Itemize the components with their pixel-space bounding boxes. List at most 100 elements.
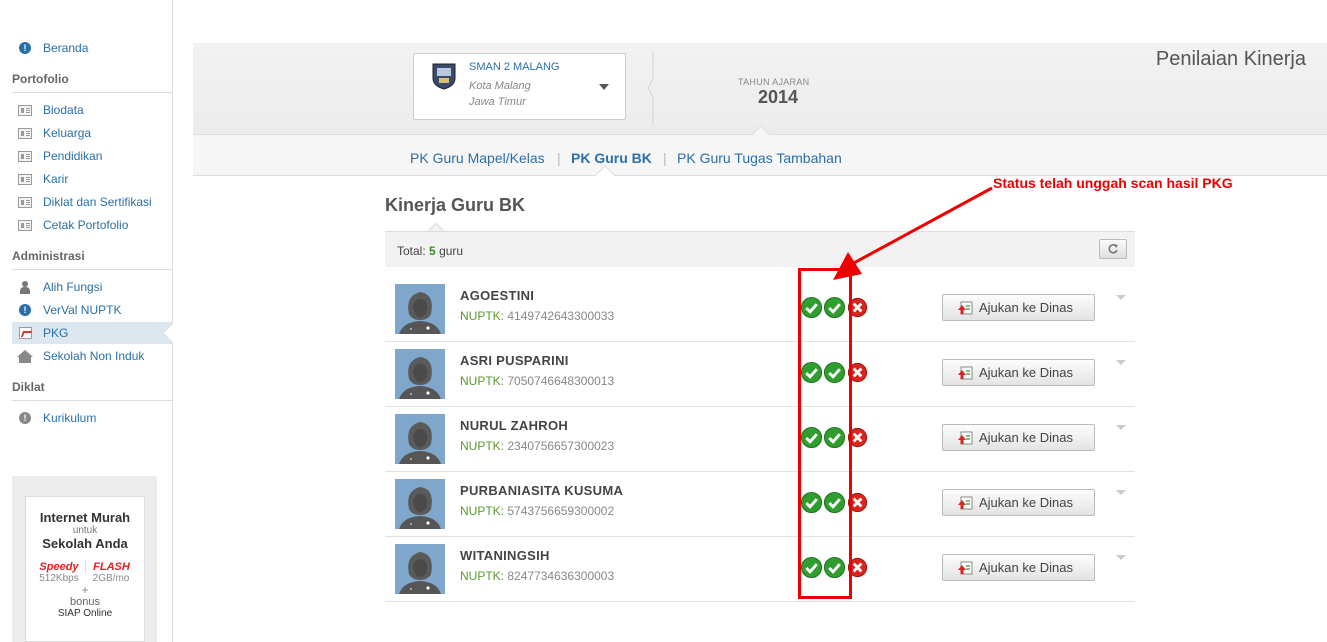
- refresh-button[interactable]: [1099, 239, 1127, 259]
- ad-card[interactable]: Internet Murah untuk Sekolah Anda Speedy…: [25, 496, 145, 642]
- nuptk-label: NUPTK:: [460, 569, 505, 583]
- ad-spec-speedy: 512Kbps: [39, 573, 79, 584]
- ad-headline: Internet Murah: [39, 510, 131, 525]
- upload-icon: [958, 496, 973, 509]
- sidebar-item-verval-nuptk[interactable]: ! VerVal NUPTK: [12, 299, 172, 321]
- document-icon: [17, 125, 33, 141]
- sidebar-item-label: Karir: [43, 172, 69, 186]
- document-icon: [17, 148, 33, 164]
- chevron-down-icon[interactable]: [1116, 425, 1126, 430]
- sidebar-item-alih-fungsi[interactable]: Alih Fungsi: [12, 276, 172, 298]
- tab-bar: PK Guru Mapel/Kelas | PK Guru BK | PK Gu…: [193, 135, 1327, 185]
- school-province: Jawa Timur: [469, 96, 526, 108]
- header-divider: [648, 51, 654, 126]
- section-portofolio: Portofolio: [12, 72, 69, 86]
- sidebar: ! Beranda Portofolio Biodata Keluarga Pe…: [0, 0, 173, 642]
- nuptk-label: NUPTK:: [460, 439, 505, 453]
- sidebar-item-diklat-sertifikasi[interactable]: Diklat dan Sertifikasi: [12, 191, 172, 213]
- ad-headline-2: Sekolah Anda: [42, 536, 128, 551]
- sidebar-item-beranda[interactable]: ! Beranda: [12, 37, 172, 59]
- sidebar-item-label: Biodata: [43, 103, 84, 117]
- nuptk-value: 5743756659300002: [507, 504, 615, 518]
- sidebar-item-sekolah-non-induk[interactable]: Sekolah Non Induk: [12, 345, 172, 367]
- upload-icon: [958, 301, 973, 314]
- button-label: Ajukan ke Dinas: [979, 365, 1073, 380]
- annotation-highlight-box: [798, 268, 852, 599]
- school-name: SMAN 2 MALANG: [469, 61, 560, 73]
- tab-separator: |: [663, 150, 667, 166]
- table-row: NURUL ZAHROH NUPTK: 2340756657300023 Aju…: [385, 407, 1135, 472]
- avatar-silhouette-icon: [395, 414, 445, 464]
- speedy-logo: Speedy: [39, 561, 79, 573]
- avatar: [395, 284, 445, 334]
- chart-icon: [17, 325, 33, 341]
- chevron-down-icon[interactable]: [1116, 295, 1126, 300]
- ad-spec-flash: 2GB/mo: [92, 573, 130, 584]
- tab-pk-guru-bk[interactable]: PK Guru BK: [571, 150, 652, 166]
- avatar-silhouette-icon: [395, 479, 445, 529]
- avatar: [395, 544, 445, 594]
- sidebar-item-pkg[interactable]: PKG: [12, 322, 173, 344]
- document-icon: [17, 217, 33, 233]
- sidebar-item-kurikulum[interactable]: ! Kurikulum: [12, 407, 172, 429]
- ajukan-ke-dinas-button[interactable]: Ajukan ke Dinas: [942, 359, 1095, 386]
- refresh-icon: [1108, 244, 1118, 254]
- sidebar-item-karir[interactable]: Karir: [12, 168, 172, 190]
- year-value: 2014: [758, 87, 799, 107]
- info-icon: !: [17, 302, 33, 318]
- nuptk-value: 4149742643300033: [507, 309, 615, 323]
- teacher-name: ASRI PUSPARINI: [460, 353, 569, 368]
- ajukan-ke-dinas-button[interactable]: Ajukan ke Dinas: [942, 554, 1095, 581]
- nuptk-label: NUPTK:: [460, 309, 505, 323]
- total-prefix: Total:: [397, 244, 426, 258]
- total-suffix: guru: [439, 244, 464, 258]
- button-label: Ajukan ke Dinas: [979, 560, 1073, 575]
- teacher-nuptk: NUPTK: 8247734636300003: [460, 569, 614, 583]
- sidebar-item-label: Keluarga: [43, 126, 92, 140]
- info-icon: !: [17, 410, 33, 426]
- tab-pk-guru-tugas-tambahan[interactable]: PK Guru Tugas Tambahan: [677, 150, 842, 166]
- annotation-arrow-icon: [833, 186, 993, 280]
- button-label: Ajukan ke Dinas: [979, 430, 1073, 445]
- sidebar-item-pendidikan[interactable]: Pendidikan: [12, 145, 172, 167]
- ajukan-ke-dinas-button[interactable]: Ajukan ke Dinas: [942, 424, 1095, 451]
- tab-pk-guru-mapel[interactable]: PK Guru Mapel/Kelas: [410, 150, 545, 166]
- house-icon: [17, 348, 33, 364]
- chevron-down-icon[interactable]: [1116, 490, 1126, 495]
- document-icon: [17, 102, 33, 118]
- avatar: [395, 349, 445, 399]
- nuptk-label: NUPTK:: [460, 374, 505, 388]
- ad-subline: untuk: [72, 525, 98, 536]
- sidebar-item-label: Cetak Portofolio: [43, 218, 129, 232]
- chevron-down-icon: [599, 84, 609, 90]
- tab-separator: |: [557, 150, 561, 166]
- chevron-down-icon[interactable]: [1116, 360, 1126, 365]
- avatar-silhouette-icon: [395, 544, 445, 594]
- active-tab-pointer: [595, 165, 615, 185]
- info-icon: !: [17, 40, 33, 56]
- upload-icon: [958, 366, 973, 379]
- ad-brands: Speedy FLASH: [26, 561, 144, 573]
- school-selector[interactable]: SMAN 2 MALANG Kota Malang Jawa Timur: [413, 53, 626, 120]
- annotation-text: Status telah unggah scan hasil PKG: [993, 175, 1233, 191]
- nuptk-label: NUPTK:: [460, 504, 505, 518]
- chevron-down-icon[interactable]: [1116, 555, 1126, 560]
- flash-logo: FLASH: [85, 561, 137, 573]
- document-icon: [17, 194, 33, 210]
- ad-banner[interactable]: Internet Murah untuk Sekolah Anda Speedy…: [12, 476, 157, 642]
- table-row: PURBANIASITA KUSUMA NUPTK: 5743756659300…: [385, 472, 1135, 537]
- ajukan-ke-dinas-button[interactable]: Ajukan ke Dinas: [942, 489, 1095, 516]
- school-logo-icon: [432, 63, 456, 90]
- sidebar-item-keluarga[interactable]: Keluarga: [12, 122, 172, 144]
- sidebar-item-label: VerVal NUPTK: [43, 303, 122, 317]
- section-divider: [12, 400, 172, 401]
- sidebar-item-label: Diklat dan Sertifikasi: [43, 195, 152, 209]
- sidebar-item-biodata[interactable]: Biodata: [12, 99, 172, 121]
- nuptk-value: 2340756657300023: [507, 439, 615, 453]
- school-city: Kota Malang: [469, 80, 531, 92]
- sidebar-item-label: Beranda: [43, 41, 89, 55]
- teacher-nuptk: NUPTK: 5743756659300002: [460, 504, 614, 518]
- teacher-name: WITANINGSIH: [460, 548, 550, 563]
- teacher-name: PURBANIASITA KUSUMA: [460, 483, 624, 498]
- sidebar-item-cetak-portofolio[interactable]: Cetak Portofolio: [12, 214, 172, 236]
